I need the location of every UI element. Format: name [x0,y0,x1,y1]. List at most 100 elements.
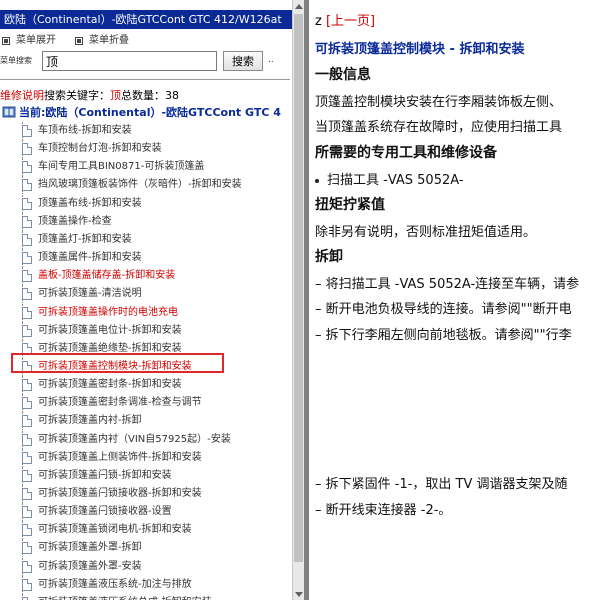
tree-item[interactable]: 车顶布线-拆卸和安装 [0,122,292,140]
heading-general-info: 一般信息 [315,67,371,83]
tree-item-label: 可拆装顶篷盖上侧装饰件-拆卸和安装 [38,451,202,463]
document-icon [22,161,32,174]
scroll-up-arrow-icon[interactable] [293,0,304,12]
tree-item[interactable]: 可拆装顶篷盖外罩-拆卸 [0,539,292,558]
tree-item[interactable]: 可拆装顶篷盖上侧装饰件-拆卸和安装 [0,448,292,467]
tree-item-label: 可拆装顶篷盖电位计-拆卸和安装 [38,324,182,336]
nav-z: z [315,14,322,29]
removal-step-2: – 断开电池负极导线的连接。请参阅""断开电 [315,302,572,317]
removal-step-1: – 将扫描工具 -VAS 5052A-连接至车辆，请参 [315,277,580,292]
tree-item-label: 可拆装顶篷盖操作时的电池充电 [38,306,178,318]
tree-item-label: 可拆装顶篷盖内衬-拆卸 [38,415,142,427]
document-icon [22,524,32,537]
tree-item[interactable]: 车顶控制台灯泡-拆卸和安装 [0,140,292,159]
tree-item[interactable]: 顶篷盖属件-拆卸和安装 [0,249,292,268]
tree-item-label: 车顶布线-拆卸和安装 [38,125,132,136]
search-button[interactable]: 搜索 [223,51,263,71]
document-icon [22,288,32,301]
document-icon [22,415,32,428]
tree-item[interactable]: 可拆装顶篷盖-清洁说明 [0,285,292,304]
tree-item[interactable]: 盖板-顶篷盖储存盖-拆卸和安装 [0,267,292,286]
tree-item[interactable]: 顶篷盖操作-检查 [0,212,292,231]
document-icon [22,379,32,392]
tree-item[interactable]: 可拆装顶篷盖液压系统-加注与排放 [0,575,292,594]
document-icon [22,143,32,156]
document-icon [22,324,32,337]
document-icon [22,542,32,555]
tree-item[interactable]: 可拆装顶篷盖内衬（VIN自57925起）-安装 [0,430,292,449]
tool-item-text: 扫描工具 -VAS 5052A- [327,173,464,188]
tree-item-label: 可拆装顶篷盖外罩-拆卸 [38,542,142,554]
tree-item-label: 可拆装顶篷盖密封条调准-检查与调节 [38,397,202,409]
result-prefix: 维修说明 [0,89,44,102]
expand-icon [2,37,10,45]
tree-item[interactable]: 顶篷盖灯-拆卸和安装 [0,230,292,249]
tree-item-label: 可拆装顶篷盖闩锁-拆卸和安装 [38,469,172,481]
tree-item[interactable]: 可拆装顶篷盖锁闭电机-拆卸和安装 [0,521,292,540]
heading-removal: 拆卸 [315,249,343,265]
removal-step-3: – 拆下行李厢左侧向前地毯板。请参阅""行李 [315,328,572,343]
result-keyword: 顶 [110,89,121,102]
document-icon [22,397,32,410]
doc-navigation: z [上一页] [315,10,375,29]
menu-search-row: 菜单搜索 搜索 .. [0,51,290,71]
collapse-all-toggle[interactable]: 菜单折叠 [75,33,129,49]
tree-item-label: 车顶控制台灯泡-拆卸和安装 [38,143,162,155]
document-icon [22,125,32,137]
tree-item[interactable]: 可拆装顶篷盖闩锁接收器-设置 [0,503,292,522]
divider [0,79,290,80]
document-icon [22,488,32,500]
previous-page-link[interactable]: [上一页] [326,14,375,29]
tree-item[interactable]: 可拆装顶篷盖电位计-拆卸和安装 [0,321,292,340]
menu-scrollbar[interactable] [292,0,304,600]
tree-item[interactable]: 可拆装顶篷盖密封条调准-检查与调节 [0,394,292,413]
result-count: 38 [165,89,179,102]
scroll-down-arrow-icon[interactable] [293,588,304,600]
heading-special-tools: 所需要的专用工具和维修设备 [315,145,497,161]
scroll-thumb[interactable] [294,14,303,562]
heading-torque: 扭矩拧紧值 [315,197,385,213]
current-node-label: 当前:欧陆（Continental）-欧陆GTCCont GTC 4 [19,106,281,119]
document-icon [22,469,32,482]
general-info-line-1: 顶篷盖控制模块安装在行李厢装饰板左侧、 [315,95,563,110]
tree-item[interactable]: 挡风玻璃顶篷板装饰件（灰暗件）-拆卸和安装 [0,176,292,195]
document-icon [22,506,32,519]
tree-item-label: 挡风玻璃顶篷板装饰件（灰暗件）-拆卸和安装 [38,179,242,191]
result-count-label: 总数量： [121,89,165,102]
tree-item[interactable]: 顶篷盖布线-拆卸和安装 [0,194,292,213]
menu-toggles: 菜单展开 菜单折叠 [0,33,290,49]
expand-all-toggle[interactable]: 菜单展开 [2,33,56,49]
tree-item-label: 顶篷盖操作-检查 [38,215,112,227]
document-pane: z [上一页] 可拆装顶篷盖控制模块 - 拆卸和安装 一般信息 顶篷盖控制模块安… [309,0,603,600]
document-icon [22,578,32,591]
tree-item[interactable]: 可拆装顶篷盖外罩-安装 [0,557,292,576]
document-icon [22,215,32,228]
document-icon [22,270,32,283]
vehicle-title-bar: 欧陆（Continental）-欧陆GTCCont GTC 412/W126at [0,10,292,29]
tree-item[interactable]: 车间专用工具BIN0871-可拆装顶篷盖 [0,158,292,177]
book-icon [2,106,16,118]
tree-item-label: 可拆装顶篷盖闩锁接收器-拆卸和安装 [38,488,202,499]
tree-item[interactable]: 可拆装顶篷盖闩锁-拆卸和安装 [0,466,292,485]
search-more[interactable]: .. [268,55,274,65]
search-input[interactable] [42,51,217,71]
document-icon [22,306,32,319]
current-node[interactable]: 当前:欧陆（Continental）-欧陆GTCCont GTC 4 [2,104,292,120]
tree-item[interactable]: 可拆装顶篷盖液压系统总成-拆卸和安装 [0,593,292,600]
tree-item-label: 顶篷盖布线-拆卸和安装 [38,197,142,209]
tree-item-label: 顶篷盖灯-拆卸和安装 [38,233,132,245]
removal-step-4: – 拆下紧固件 -1-，取出 TV 调谐器支架及随 [315,477,568,492]
tree-item-label: 可拆装顶篷盖锁闭电机-拆卸和安装 [38,524,192,536]
tree-item[interactable]: 可拆装顶篷盖密封条-拆卸和安装 [0,376,292,395]
document-icon [22,433,32,446]
tree-item[interactable]: 可拆装顶篷盖内衬-拆卸 [0,412,292,431]
document-icon [22,233,32,246]
tree-item-label: 可拆装顶篷盖液压系统-加注与排放 [38,578,192,590]
tree-item[interactable]: 可拆装顶篷盖操作时的电池充电 [0,303,292,322]
tree-item-label: 可拆装顶篷盖内衬（VIN自57925起）-安装 [38,433,231,445]
document-icon [22,451,32,464]
tree-item[interactable]: 可拆装顶篷盖闩锁接收器-拆卸和安装 [0,485,292,503]
tree-item-label: 可拆装顶篷盖-清洁说明 [38,288,142,300]
tree-item-label: 可拆装顶篷盖密封条-拆卸和安装 [38,379,182,391]
document-icon [22,252,32,265]
